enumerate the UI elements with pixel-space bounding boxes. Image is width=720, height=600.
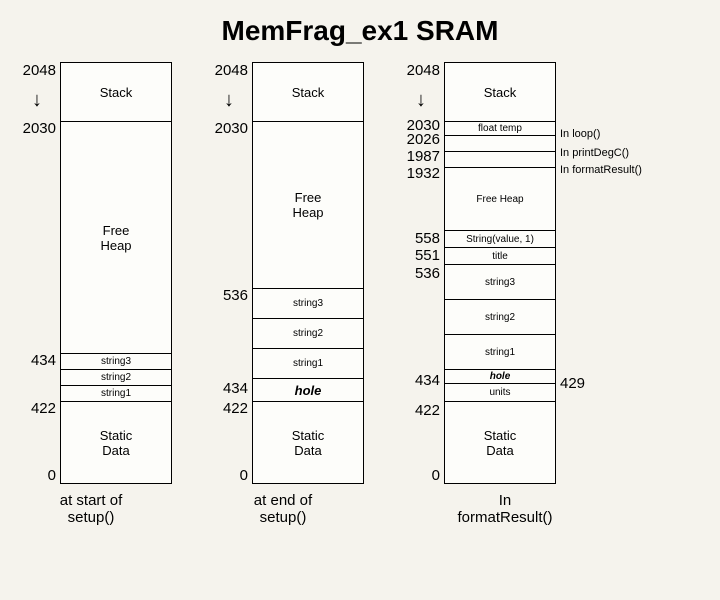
address-label: 2048 bbox=[407, 62, 440, 79]
address-label: 0 bbox=[48, 467, 56, 484]
memory-segment: Static Data bbox=[61, 401, 171, 483]
address-label: 0 bbox=[432, 467, 440, 484]
address-label: 1932 bbox=[407, 165, 440, 182]
memory-column: 2048↓20304344220StackFree Heapstring3str… bbox=[10, 62, 172, 482]
address-label: 536 bbox=[415, 265, 440, 282]
memory-segment: hole bbox=[445, 369, 555, 383]
memory-column: 2048↓20302026198719325585515364344220Sta… bbox=[394, 62, 616, 482]
context-label: In printDegC() bbox=[560, 147, 629, 159]
memory-segment: string1 bbox=[445, 334, 555, 369]
memory-segment: units bbox=[445, 383, 555, 401]
address-label: 2026 bbox=[407, 131, 440, 148]
address-label: 2030 bbox=[23, 120, 56, 137]
address-label: 1987 bbox=[407, 148, 440, 165]
address-labels: 2048↓20302026198719325585515364344220 bbox=[394, 62, 444, 482]
address-label: 536 bbox=[223, 287, 248, 304]
memory-segment: float temp bbox=[445, 121, 555, 135]
memory-segment: hole bbox=[253, 378, 363, 401]
memory-segment: string2 bbox=[253, 318, 363, 348]
memory-segment: string3 bbox=[445, 264, 555, 299]
address-label: 422 bbox=[31, 400, 56, 417]
memory-segment: Static Data bbox=[253, 401, 363, 483]
memory-segment bbox=[445, 151, 555, 167]
memory-column: 2048↓20305364344220StackFree Heapstring3… bbox=[202, 62, 364, 482]
memory-segment: string1 bbox=[61, 385, 171, 401]
memory-segment: title bbox=[445, 247, 555, 264]
diagram-columns: 2048↓20304344220StackFree Heapstring3str… bbox=[10, 62, 710, 482]
address-label: 434 bbox=[31, 352, 56, 369]
memory-bar: Stackfloat temp Free HeapString(value, 1)… bbox=[444, 62, 556, 484]
column-caption: In formatResult() bbox=[394, 492, 616, 526]
address-labels: 2048 ↓ 2030 536 434 422 0 bbox=[202, 62, 252, 482]
memory-segment: Free Heap bbox=[445, 167, 555, 230]
address-label: 551 bbox=[415, 247, 440, 264]
context-label: 429 bbox=[560, 375, 585, 392]
memory-segment: Static Data bbox=[445, 401, 555, 483]
memory-segment: String(value, 1) bbox=[445, 230, 555, 247]
page-title: MemFrag_ex1 SRAM bbox=[10, 15, 710, 47]
memory-segment: Stack bbox=[61, 63, 171, 121]
memory-segment: string3 bbox=[253, 288, 363, 318]
memory-segment: string3 bbox=[61, 353, 171, 369]
column-caption: at end of setup() bbox=[202, 492, 364, 526]
memory-bar: StackFree Heapstring3string2string1holeS… bbox=[252, 62, 364, 484]
memory-segment bbox=[445, 135, 555, 151]
stack-arrow-icon: ↓ bbox=[32, 90, 42, 110]
address-label: 558 bbox=[415, 230, 440, 247]
address-label: 434 bbox=[415, 372, 440, 389]
memory-segment: Free Heap bbox=[253, 121, 363, 288]
memory-bar: StackFree Heapstring3string2string1Stati… bbox=[60, 62, 172, 484]
address-label: 2048 bbox=[215, 62, 248, 79]
memory-segment: string2 bbox=[445, 299, 555, 334]
memory-segment: Stack bbox=[445, 63, 555, 121]
address-label: 2048 bbox=[23, 62, 56, 79]
memory-segment: string2 bbox=[61, 369, 171, 385]
address-label: 0 bbox=[240, 467, 248, 484]
context-label: In formatResult() bbox=[560, 164, 642, 176]
address-labels: 2048 ↓ 2030 434 422 0 bbox=[10, 62, 60, 482]
stack-arrow-icon: ↓ bbox=[416, 90, 426, 110]
address-label: 422 bbox=[223, 400, 248, 417]
context-label: In loop() bbox=[560, 128, 600, 140]
memory-segment: string1 bbox=[253, 348, 363, 378]
right-labels: In loop()In printDegC()In formatResult()… bbox=[556, 62, 616, 482]
address-label: 422 bbox=[415, 402, 440, 419]
address-label: 2030 bbox=[215, 120, 248, 137]
column-caption: at start of setup() bbox=[10, 492, 172, 526]
stack-arrow-icon: ↓ bbox=[224, 90, 234, 110]
memory-segment: Stack bbox=[253, 63, 363, 121]
address-label: 434 bbox=[223, 380, 248, 397]
memory-segment: Free Heap bbox=[61, 121, 171, 353]
